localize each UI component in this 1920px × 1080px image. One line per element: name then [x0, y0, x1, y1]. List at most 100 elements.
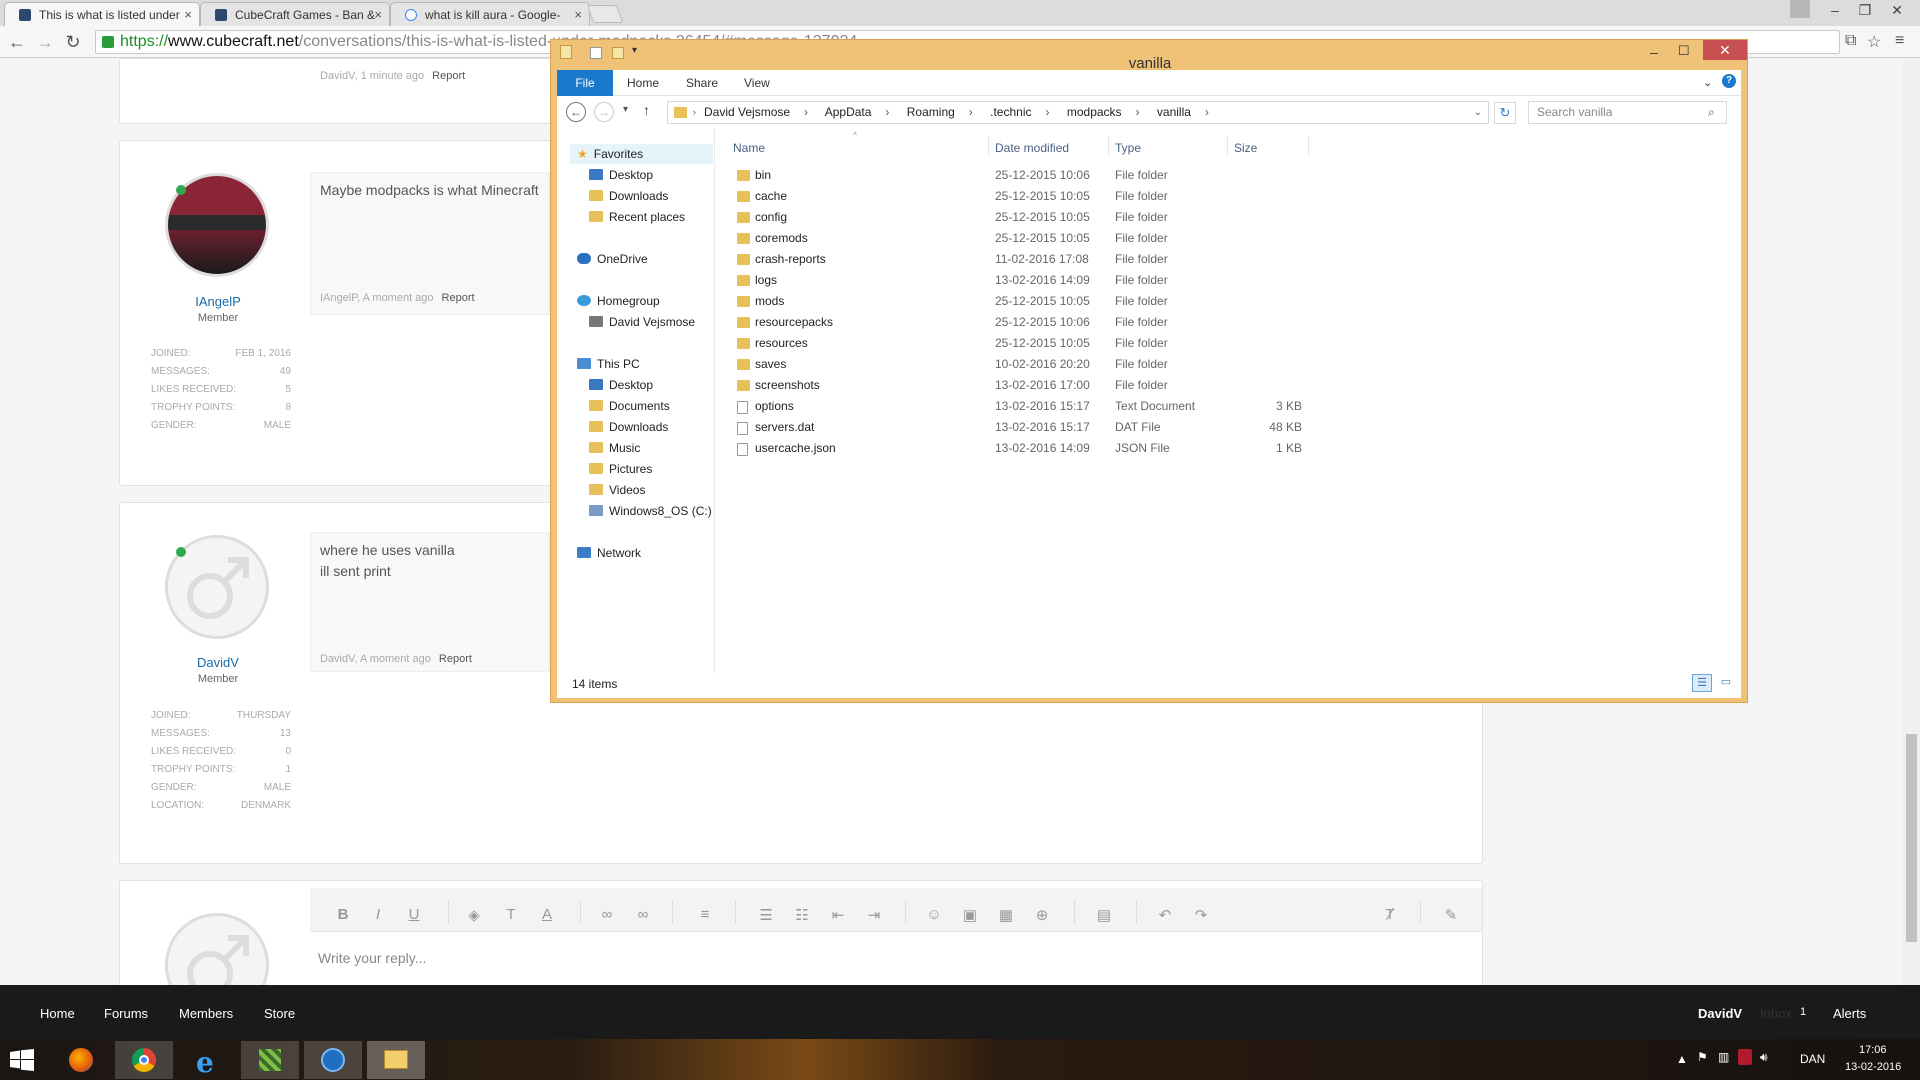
file-name[interactable]: logs — [755, 273, 777, 287]
new-tab-button[interactable] — [586, 5, 624, 23]
file-name[interactable]: cache — [755, 189, 787, 203]
refresh-icon[interactable]: ↻ — [1494, 102, 1516, 124]
post-username[interactable]: IAngelP — [138, 294, 298, 309]
column-header-date[interactable]: Date modified — [995, 141, 1069, 155]
reply-input[interactable]: Write your reply... — [318, 948, 426, 969]
nav-item-user[interactable]: David Vejsmose — [589, 315, 695, 329]
column-divider[interactable] — [1108, 136, 1109, 156]
outdent-icon[interactable]: ⇤ — [826, 906, 850, 924]
chrome-taskbar-icon[interactable] — [115, 1041, 173, 1079]
breadcrumb-item[interactable]: AppData — [825, 105, 872, 119]
browser-tab[interactable]: CubeCraft Games - Ban & × — [200, 2, 390, 26]
explorer-address-bar[interactable]: › David Vejsmose › AppData › Roaming › .tec… — [667, 101, 1489, 124]
nav-item-desktop[interactable]: Desktop — [589, 378, 653, 392]
redo-icon[interactable]: ↷ — [1189, 906, 1213, 924]
report-link[interactable]: Report — [442, 292, 475, 304]
clock-date[interactable]: 13-02-2016 — [1845, 1061, 1901, 1073]
footer-nav-home[interactable]: Home — [40, 1006, 75, 1021]
address-dropdown-icon[interactable]: ⌄ — [1474, 102, 1482, 123]
column-divider[interactable] — [1308, 136, 1309, 156]
column-divider[interactable] — [988, 136, 989, 156]
browser-tab[interactable]: what is kill aura - Google- × — [390, 2, 590, 26]
back-icon[interactable]: ← — [566, 102, 586, 122]
clock-time[interactable]: 17:06 — [1859, 1044, 1887, 1056]
footer-username[interactable]: DavidV — [1698, 1006, 1742, 1021]
menu-icon[interactable]: ≡ — [1895, 32, 1904, 50]
file-name[interactable]: usercache.json — [755, 441, 836, 455]
smilie-icon[interactable]: ☺ — [922, 906, 946, 923]
file-name[interactable]: mods — [755, 294, 784, 308]
nav-item-pictures[interactable]: Pictures — [589, 462, 652, 476]
column-header-size[interactable]: Size — [1234, 141, 1257, 155]
nav-network[interactable]: Network — [577, 546, 641, 560]
ribbon-expand-icon[interactable]: ⌄ — [1703, 76, 1712, 89]
bookmark-star-icon[interactable]: ☆ — [1867, 32, 1881, 52]
file-name[interactable]: resources — [755, 336, 808, 350]
footer-alerts[interactable]: Alerts — [1833, 1006, 1866, 1021]
tray-overflow-icon[interactable]: ▲ — [1676, 1052, 1688, 1066]
indent-icon[interactable]: ⇥ — [862, 906, 886, 924]
breadcrumb-item[interactable]: David Vejsmose — [704, 105, 790, 119]
nav-favorites[interactable]: ★ Favorites — [577, 147, 643, 161]
file-name[interactable]: resourcepacks — [755, 315, 833, 329]
forward-icon[interactable]: → — [34, 31, 56, 53]
drafts-icon[interactable]: ▤ — [1092, 906, 1116, 924]
footer-nav-members[interactable]: Members — [179, 1006, 233, 1021]
font-color-icon[interactable]: ◈ — [462, 906, 486, 924]
close-tab-icon[interactable]: × — [374, 7, 382, 22]
footer-nav-forums[interactable]: Forums — [104, 1006, 148, 1021]
breadcrumb-item[interactable]: modpacks — [1067, 105, 1122, 119]
ribbon-tab-file[interactable]: File — [557, 70, 613, 96]
column-header-name[interactable]: Name — [733, 141, 765, 155]
language-indicator[interactable]: DAN — [1800, 1052, 1825, 1066]
reload-icon[interactable]: ↻ — [62, 31, 84, 53]
explorer-close-button[interactable]: ✕ — [1703, 40, 1747, 60]
file-name[interactable]: coremods — [755, 231, 808, 245]
nav-item-recent-places[interactable]: Recent places — [589, 210, 685, 224]
nav-item-c-drive[interactable]: Windows8_OS (C:) — [589, 504, 712, 518]
restore-icon[interactable]: ❐ — [1850, 0, 1880, 20]
breadcrumb-item[interactable]: Roaming — [907, 105, 955, 119]
footer-inbox[interactable]: Inbox — [1760, 1006, 1792, 1021]
firefox-taskbar-icon[interactable] — [52, 1041, 110, 1079]
nav-homegroup[interactable]: Homegroup — [577, 294, 660, 308]
ribbon-tab-home[interactable]: Home — [627, 76, 659, 90]
ribbon-tab-share[interactable]: Share — [686, 76, 718, 90]
scrollbar-thumb[interactable] — [1906, 734, 1917, 942]
bullet-list-icon[interactable]: ☰ — [754, 906, 778, 924]
file-name[interactable]: options — [755, 399, 794, 413]
font-size-icon[interactable]: T — [499, 906, 523, 923]
file-name[interactable]: servers.dat — [755, 420, 814, 434]
up-icon[interactable]: ↑ — [643, 102, 650, 118]
action-center-icon[interactable]: ⚑ — [1697, 1050, 1708, 1064]
file-name[interactable]: config — [755, 210, 787, 224]
ribbon-tab-view[interactable]: View — [744, 76, 770, 90]
nav-item-documents[interactable]: Documents — [589, 399, 670, 413]
bold-icon[interactable]: B — [331, 906, 355, 923]
align-icon[interactable]: ≡ — [693, 906, 717, 923]
windows-start-icon[interactable] — [10, 1049, 34, 1071]
file-name[interactable]: saves — [755, 357, 786, 371]
nav-item-downloads[interactable]: Downloads — [589, 420, 668, 434]
technic-launcher-taskbar-icon[interactable] — [304, 1041, 362, 1079]
file-explorer-taskbar-icon[interactable] — [367, 1041, 425, 1079]
report-link[interactable]: Report — [432, 70, 465, 82]
nav-item-music[interactable]: Music — [589, 441, 640, 455]
unlink-icon[interactable]: ∞ — [631, 906, 655, 923]
nav-item-downloads[interactable]: Downloads — [589, 189, 668, 203]
help-icon[interactable]: ? — [1722, 74, 1736, 88]
minecraft-taskbar-icon[interactable] — [241, 1041, 299, 1079]
translate-icon[interactable]: ⧉ — [1845, 32, 1856, 50]
close-tab-icon[interactable]: × — [184, 7, 192, 22]
network-tray-icon[interactable]: ▥ — [1718, 1050, 1729, 1064]
internet-explorer-taskbar-icon[interactable]: e — [178, 1041, 236, 1079]
nav-item-desktop[interactable]: Desktop — [589, 168, 653, 182]
close-tab-icon[interactable]: × — [574, 7, 582, 22]
nav-onedrive[interactable]: OneDrive — [577, 252, 648, 266]
link-icon[interactable]: ∞ — [595, 906, 619, 923]
report-link[interactable]: Report — [439, 653, 472, 665]
recent-locations-icon[interactable]: ▾ — [623, 104, 628, 115]
antivirus-tray-icon[interactable] — [1738, 1049, 1752, 1065]
explorer-minimize-icon[interactable]: – — [1650, 44, 1658, 60]
column-divider[interactable] — [1227, 136, 1228, 156]
